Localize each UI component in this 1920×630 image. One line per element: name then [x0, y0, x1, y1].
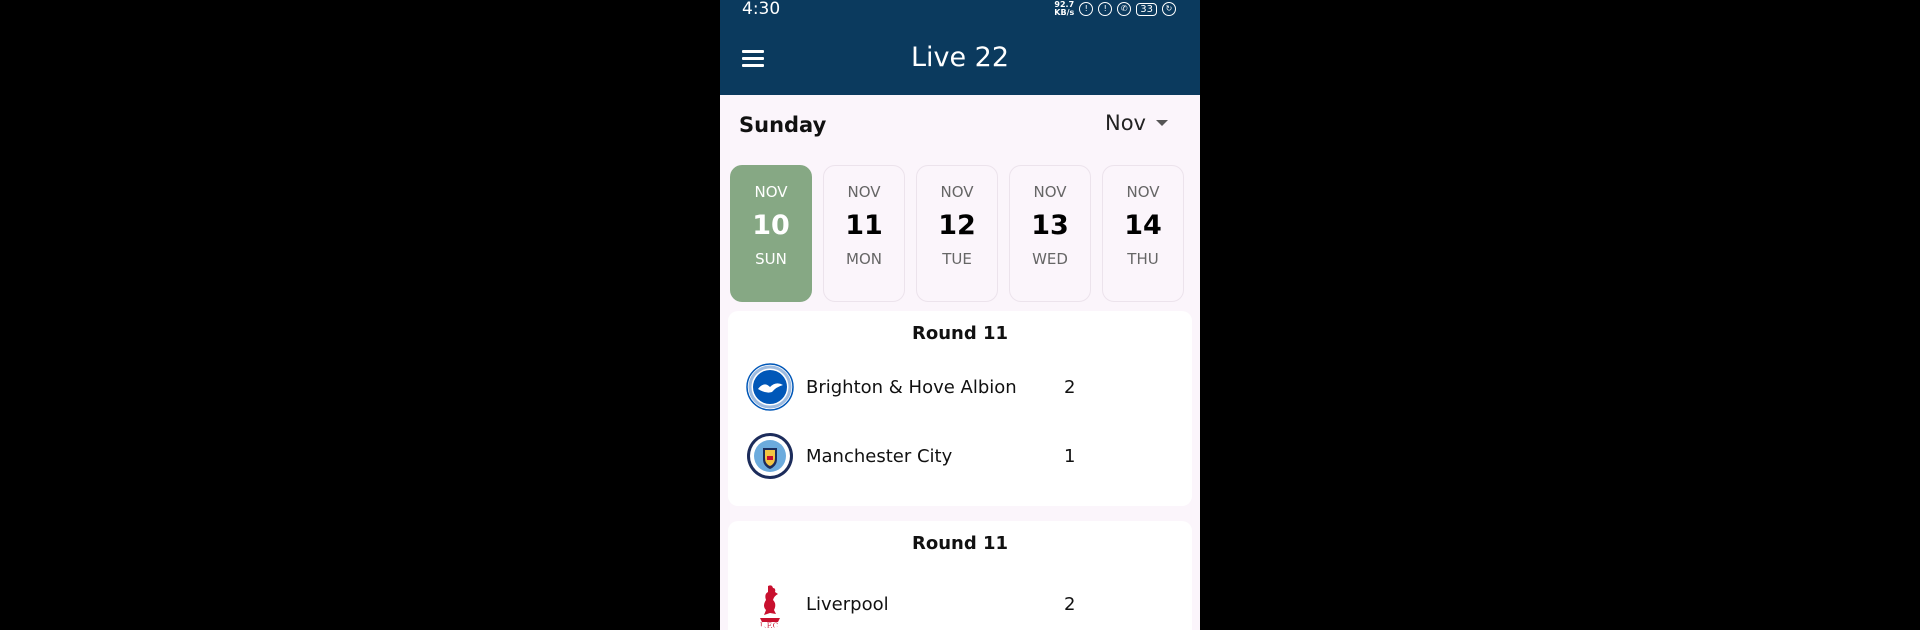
alert-icon: ! [1098, 2, 1113, 16]
team-score: 2 [1064, 376, 1076, 398]
date-day: 11 [845, 210, 883, 241]
status-icons: 92.7 KB/s ! ! ✆ 33 ↻ [1054, 1, 1176, 17]
team-score: 1 [1064, 445, 1076, 467]
date-month: NOV [847, 183, 881, 201]
date-weekday: TUE [942, 250, 972, 268]
date-strip: NOV 10 SUN NOV 11 MON NOV 12 TUE NOV 13 … [730, 165, 1184, 302]
phone-screen: 4:30 92.7 KB/s ! ! ✆ 33 ↻ Live 22 Sunday… [720, 0, 1200, 630]
status-time: 4:30 [742, 0, 781, 19]
whatsapp-icon: ✆ [1117, 2, 1132, 16]
date-weekday: THU [1127, 250, 1159, 268]
date-month: NOV [940, 183, 974, 201]
month-dropdown-value: Nov [1105, 111, 1146, 135]
match-card[interactable]: Round 11 Brighton & Hove Albion 2 Manche… [728, 311, 1192, 506]
date-month: NOV [1033, 183, 1067, 201]
battery-icon: 33 [1136, 2, 1157, 16]
date-card-nov-10[interactable]: NOV 10 SUN [730, 165, 812, 302]
network-speed: 92.7 KB/s [1054, 0, 1075, 17]
app-title: Live 22 [910, 42, 1010, 73]
date-day: 13 [1031, 210, 1069, 241]
round-title: Round 11 [911, 323, 1009, 344]
match-card[interactable]: Round 11 L.F.C. Liverpool 2 [728, 521, 1192, 630]
date-day: 12 [938, 210, 976, 241]
day-bar: Sunday Nov [720, 95, 1200, 155]
date-weekday: SUN [755, 250, 787, 268]
date-month: NOV [754, 183, 788, 201]
app-header: 4:30 92.7 KB/s ! ! ✆ 33 ↻ Live 22 [720, 0, 1200, 95]
date-card-nov-13[interactable]: NOV 13 WED [1009, 165, 1091, 302]
date-month: NOV [1126, 183, 1160, 201]
date-card-nov-11[interactable]: NOV 11 MON [823, 165, 905, 302]
liverpool-crest-icon: L.F.C. [760, 585, 780, 628]
team-name: Manchester City [806, 445, 953, 467]
date-day: 10 [752, 210, 790, 241]
caret-down-icon [1156, 120, 1168, 126]
team-row-home: Brighton & Hove Albion 2 [746, 361, 1146, 413]
team-row-home: L.F.C. Liverpool 2 [746, 578, 1146, 630]
date-card-nov-14[interactable]: NOV 14 THU [1102, 165, 1184, 302]
team-name: Brighton & Hove Albion [806, 376, 1017, 398]
svg-text:L.F.C.: L.F.C. [760, 622, 780, 628]
brighton-crest-icon [746, 363, 794, 411]
team-name: Liverpool [806, 593, 889, 615]
selected-day-name: Sunday [739, 113, 827, 137]
alert-icon: ! [1079, 2, 1094, 16]
date-weekday: WED [1032, 250, 1068, 268]
date-day: 14 [1124, 210, 1162, 241]
month-dropdown[interactable]: Nov [1105, 111, 1168, 135]
sync-icon: ↻ [1162, 2, 1176, 16]
team-score: 2 [1064, 593, 1076, 615]
date-card-nov-12[interactable]: NOV 12 TUE [916, 165, 998, 302]
team-row-away: Manchester City 1 [746, 430, 1146, 482]
date-weekday: MON [846, 250, 882, 268]
man-city-crest-icon [747, 433, 793, 479]
round-title: Round 11 [911, 533, 1009, 554]
